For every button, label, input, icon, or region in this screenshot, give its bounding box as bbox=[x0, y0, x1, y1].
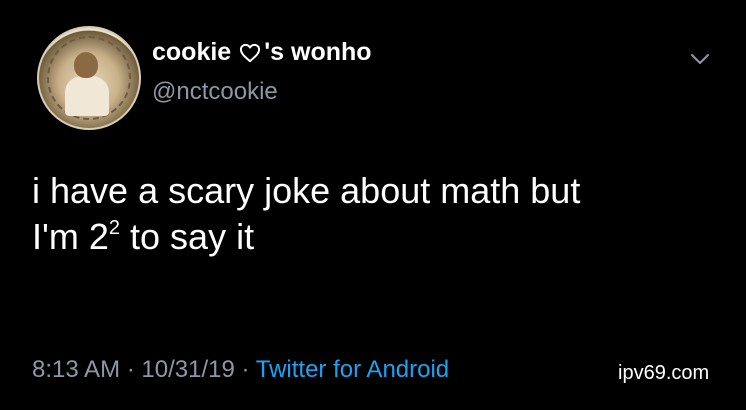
watermark: ipv69.com bbox=[618, 362, 710, 384]
display-name-suffix: 's wonho bbox=[264, 38, 372, 66]
user-handle[interactable]: @nctcookie bbox=[152, 78, 278, 106]
heart-outline-icon bbox=[240, 43, 261, 62]
tweet-card: cookie 's wonho @nctcookie i have a scar… bbox=[0, 0, 746, 410]
display-name[interactable]: cookie 's wonho bbox=[152, 38, 372, 67]
avatar[interactable] bbox=[37, 26, 141, 130]
meta-separator: · bbox=[126, 356, 135, 383]
tweet-metadata: 8:13 AM · 10/31/19 · Twitter for Android bbox=[32, 356, 449, 384]
tweet-text-line-2-before: I'm 2 bbox=[32, 216, 109, 257]
tweet-text-line-1: i have a scary joke about math but bbox=[32, 170, 581, 211]
superscript-exponent: 2 bbox=[108, 217, 121, 239]
tweet-date[interactable]: 10/31/19 bbox=[141, 356, 234, 383]
display-name-prefix: cookie bbox=[152, 38, 232, 66]
avatar-figure-head bbox=[74, 52, 98, 78]
meta-separator-2: · bbox=[241, 356, 250, 383]
tweet-source-link[interactable]: Twitter for Android bbox=[256, 356, 449, 383]
tweet-time[interactable]: 8:13 AM bbox=[32, 356, 120, 383]
chevron-down-icon[interactable] bbox=[689, 52, 711, 66]
avatar-figure-body bbox=[65, 76, 109, 116]
tweet-text-line-2: I'm 22 to say it bbox=[32, 214, 722, 260]
tweet-text: i have a scary joke about math but I'm 2… bbox=[32, 168, 722, 260]
tweet-text-line-2-after: to say it bbox=[120, 216, 255, 257]
